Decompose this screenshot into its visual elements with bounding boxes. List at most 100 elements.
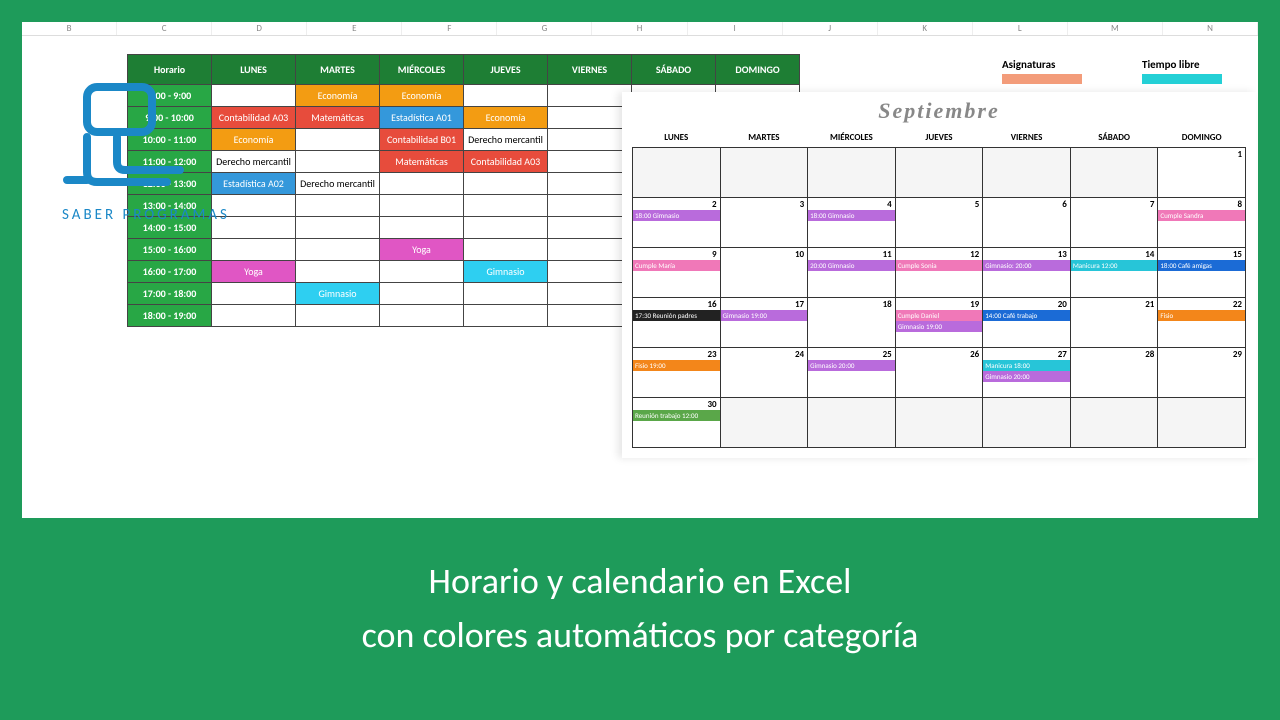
sched-cell[interactable] bbox=[212, 305, 296, 327]
cal-event[interactable]: 17:30 Reunión padres bbox=[633, 310, 720, 321]
time-slot[interactable]: 15:00 - 16:00 bbox=[128, 239, 212, 261]
cal-cell[interactable]: 218:00 Gimnasio bbox=[633, 198, 721, 248]
sched-cell[interactable] bbox=[380, 261, 464, 283]
calendar-table[interactable]: LUNESMARTESMIÉRCOLESJUEVESVIERNESSÁBADOD… bbox=[632, 128, 1246, 448]
cal-cell[interactable]: 3 bbox=[720, 198, 808, 248]
cal-cell[interactable] bbox=[1070, 148, 1158, 198]
sched-cell[interactable] bbox=[464, 305, 548, 327]
cal-cell[interactable] bbox=[895, 148, 983, 198]
sched-cell[interactable]: Contabilidad A03 bbox=[464, 151, 548, 173]
sched-cell[interactable] bbox=[380, 283, 464, 305]
sched-cell[interactable]: Matemáticas bbox=[296, 107, 380, 129]
cal-cell[interactable]: 1120:00 Gimnasio bbox=[808, 248, 896, 298]
cal-cell[interactable]: 25Gimnasio 20:00 bbox=[808, 348, 896, 398]
sched-cell[interactable] bbox=[548, 217, 632, 239]
sched-header[interactable]: Horario bbox=[128, 55, 212, 85]
cal-cell[interactable]: 24 bbox=[720, 348, 808, 398]
sched-cell[interactable] bbox=[548, 151, 632, 173]
sched-cell[interactable]: Yoga bbox=[212, 261, 296, 283]
cal-cell[interactable] bbox=[808, 398, 896, 448]
cal-cell[interactable]: 30Reunión trabajo 12:00 bbox=[633, 398, 721, 448]
cal-cell[interactable]: 23Fisio 19:00 bbox=[633, 348, 721, 398]
cal-cell[interactable]: 9Cumple María bbox=[633, 248, 721, 298]
cal-cell[interactable]: 26 bbox=[895, 348, 983, 398]
cal-cell[interactable]: 8Cumple Sandra bbox=[1158, 198, 1246, 248]
cal-event[interactable]: Gimnasio: 20:00 bbox=[983, 260, 1070, 271]
cal-cell[interactable]: 7 bbox=[1070, 198, 1158, 248]
cal-event[interactable]: 20:00 Gimnasio bbox=[808, 260, 895, 271]
cal-cell[interactable]: 2014:00 Café trabajo bbox=[983, 298, 1071, 348]
sched-cell[interactable] bbox=[296, 151, 380, 173]
sched-cell[interactable] bbox=[464, 239, 548, 261]
sched-cell[interactable] bbox=[464, 217, 548, 239]
sched-cell[interactable] bbox=[296, 195, 380, 217]
cal-event[interactable]: Manicura 12:00 bbox=[1071, 260, 1158, 271]
sched-cell[interactable] bbox=[548, 129, 632, 151]
cal-cell[interactable]: 29 bbox=[1158, 348, 1246, 398]
sched-cell[interactable]: Derecho mercantil bbox=[464, 129, 548, 151]
sched-cell[interactable]: Derecho mercantil bbox=[296, 173, 380, 195]
cal-event[interactable]: Gimnasio 19:00 bbox=[896, 321, 983, 332]
sched-header[interactable]: VIERNES bbox=[548, 55, 632, 85]
cal-event[interactable]: Fisio 19:00 bbox=[633, 360, 720, 371]
sched-cell[interactable]: Economía bbox=[380, 85, 464, 107]
sched-cell[interactable] bbox=[548, 283, 632, 305]
cal-cell[interactable] bbox=[633, 148, 721, 198]
cal-cell[interactable]: 418:00 Gimnasio bbox=[808, 198, 896, 248]
cal-event[interactable]: Gimnasio 20:00 bbox=[808, 360, 895, 371]
cal-event[interactable]: 14:00 Café trabajo bbox=[983, 310, 1070, 321]
cal-cell[interactable]: 1518:00 Café amigas bbox=[1158, 248, 1246, 298]
sched-cell[interactable]: Gimnasio bbox=[296, 283, 380, 305]
sched-header[interactable]: JUEVES bbox=[464, 55, 548, 85]
cal-cell[interactable]: 1617:30 Reunión padres bbox=[633, 298, 721, 348]
cal-event[interactable]: Cumple Daniel bbox=[896, 310, 983, 321]
cal-cell[interactable]: 19Cumple DanielGimnasio 19:00 bbox=[895, 298, 983, 348]
sched-cell[interactable] bbox=[380, 305, 464, 327]
sched-cell[interactable]: Economía bbox=[464, 107, 548, 129]
time-slot[interactable]: 16:00 - 17:00 bbox=[128, 261, 212, 283]
sched-cell[interactable] bbox=[464, 195, 548, 217]
sched-cell[interactable]: Estadística A01 bbox=[380, 107, 464, 129]
cal-event[interactable]: Manicura 18:00 bbox=[983, 360, 1070, 371]
sched-cell[interactable]: Yoga bbox=[380, 239, 464, 261]
cal-cell[interactable]: 13Gimnasio: 20:00 bbox=[983, 248, 1071, 298]
sched-cell[interactable]: Economía bbox=[296, 85, 380, 107]
cal-event[interactable]: Gimnasio 19:00 bbox=[721, 310, 808, 321]
sched-cell[interactable] bbox=[212, 283, 296, 305]
cal-event[interactable]: 18:00 Gimnasio bbox=[808, 210, 895, 221]
cal-event[interactable]: Cumple Sandra bbox=[1158, 210, 1245, 221]
sched-cell[interactable] bbox=[548, 107, 632, 129]
sched-cell[interactable] bbox=[464, 283, 548, 305]
cal-cell[interactable]: 27Manicura 18:00Gimnasio 20:00 bbox=[983, 348, 1071, 398]
cal-event[interactable]: Reunión trabajo 12:00 bbox=[633, 410, 720, 421]
cal-cell[interactable] bbox=[895, 398, 983, 448]
cal-cell[interactable]: 17Gimnasio 19:00 bbox=[720, 298, 808, 348]
cal-event[interactable]: 18:00 Café amigas bbox=[1158, 260, 1245, 271]
sched-header[interactable]: DOMINGO bbox=[716, 55, 800, 85]
cal-cell[interactable] bbox=[720, 398, 808, 448]
cal-cell[interactable]: 14Manicura 12:00 bbox=[1070, 248, 1158, 298]
sched-header[interactable]: SÁBADO bbox=[632, 55, 716, 85]
cal-event[interactable]: Fisio bbox=[1158, 310, 1245, 321]
cal-event[interactable]: Cumple María bbox=[633, 260, 720, 271]
cal-cell[interactable]: 10 bbox=[720, 248, 808, 298]
sched-cell[interactable] bbox=[548, 305, 632, 327]
sched-cell[interactable] bbox=[212, 239, 296, 261]
cal-cell[interactable] bbox=[720, 148, 808, 198]
cal-cell[interactable]: 12Cumple Sonia bbox=[895, 248, 983, 298]
sched-header[interactable]: MIÉRCOLES bbox=[380, 55, 464, 85]
sched-cell[interactable] bbox=[380, 195, 464, 217]
cal-cell[interactable]: 5 bbox=[895, 198, 983, 248]
cal-cell[interactable]: 28 bbox=[1070, 348, 1158, 398]
cal-event[interactable]: Gimnasio 20:00 bbox=[983, 371, 1070, 382]
sched-cell[interactable]: Matemáticas bbox=[380, 151, 464, 173]
cal-cell[interactable] bbox=[1070, 398, 1158, 448]
cal-cell[interactable]: 18 bbox=[808, 298, 896, 348]
sched-header[interactable]: LUNES bbox=[212, 55, 296, 85]
time-slot[interactable]: 18:00 - 19:00 bbox=[128, 305, 212, 327]
sched-cell[interactable] bbox=[464, 85, 548, 107]
sched-cell[interactable] bbox=[548, 173, 632, 195]
sched-cell[interactable]: Gimnasio bbox=[464, 261, 548, 283]
cal-cell[interactable]: 1 bbox=[1158, 148, 1246, 198]
cal-cell[interactable] bbox=[983, 398, 1071, 448]
